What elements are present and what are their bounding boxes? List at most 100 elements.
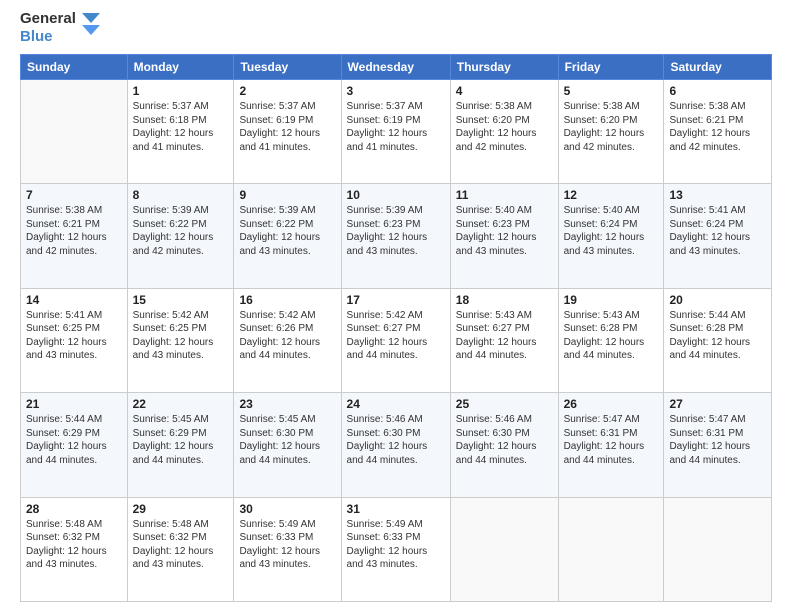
day-number: 31: [347, 502, 445, 516]
day-info: Sunrise: 5:38 AMSunset: 6:20 PMDaylight:…: [564, 100, 659, 154]
day-info: Sunrise: 5:48 AMSunset: 6:32 PMDaylight:…: [133, 518, 229, 572]
weekday-header-saturday: Saturday: [664, 55, 772, 80]
day-info: Sunrise: 5:44 AMSunset: 6:29 PMDaylight:…: [26, 413, 122, 467]
calendar-cell: 11 Sunrise: 5:40 AMSunset: 6:23 PMDayligh…: [450, 184, 558, 288]
weekday-header-row: SundayMondayTuesdayWednesdayThursdayFrid…: [21, 55, 772, 80]
day-number: 4: [456, 84, 553, 98]
calendar-cell: 28Sunrise: 5:48 AMSunset: 6:32 PMDayligh…: [21, 497, 128, 601]
calendar-cell: 26 Sunrise: 5:47 AMSunset: 6:31 PMDayligh…: [558, 393, 664, 497]
calendar-cell: 12 Sunrise: 5:40 AMSunset: 6:24 PMDayligh…: [558, 184, 664, 288]
day-number: 23: [239, 397, 335, 411]
calendar-week-1: 1 Sunrise: 5:37 AMSunset: 6:18 PMDaylight…: [21, 80, 772, 184]
calendar-cell: 4 Sunrise: 5:38 AMSunset: 6:20 PMDaylight…: [450, 80, 558, 184]
day-number: 5: [564, 84, 659, 98]
calendar-cell: [558, 497, 664, 601]
calendar-cell: 9 Sunrise: 5:39 AMSunset: 6:22 PMDaylight…: [234, 184, 341, 288]
day-number: 26: [564, 397, 659, 411]
day-info: Sunrise: 5:39 AMSunset: 6:22 PMDaylight:…: [239, 204, 335, 258]
calendar-cell: 16Sunrise: 5:42 AMSunset: 6:26 PMDayligh…: [234, 288, 341, 392]
calendar-week-5: 28 Sunrise: 5:48 AMSunset: 6:32 PMDayligh…: [21, 497, 772, 601]
day-info: Sunrise: 5:41 AMSunset: 6:24 PMDaylight:…: [669, 204, 766, 258]
day-info: Sunrise: 5:45 AMSunset: 6:30 PMDaylight:…: [239, 413, 335, 467]
day-info: Sunrise: 5:45 AMSunset: 6:29 PMDaylight:…: [133, 413, 229, 467]
day-number: 24: [347, 397, 445, 411]
day-number: 22: [133, 397, 229, 411]
day-number: 15: [133, 293, 229, 307]
day-info: Sunrise: 5:38 AMSunset: 6:21 PMDaylight:…: [669, 100, 766, 154]
calendar-cell: 6 Sunrise: 5:38 AMSunset: 6:21 PMDaylight…: [664, 80, 772, 184]
calendar-cell: 20 Sunrise: 5:44 AMSunset: 6:28 PMDayligh…: [664, 288, 772, 392]
day-info: Sunrise: 5:42 AMSunset: 6:27 PMDaylight:…: [347, 309, 445, 363]
calendar-week-2: 7 Sunrise: 5:38 AMSunset: 6:21 PMDaylight…: [21, 184, 772, 288]
calendar-cell: 13Sunrise: 5:41 AMSunset: 6:24 PMDayligh…: [664, 184, 772, 288]
day-info: Sunrise: 5:41 AMSunset: 6:25 PMDaylight:…: [26, 309, 122, 363]
weekday-header-wednesday: Wednesday: [341, 55, 450, 80]
weekday-header-thursday: Thursday: [450, 55, 558, 80]
day-number: 14: [26, 293, 122, 307]
day-number: 27: [669, 397, 766, 411]
day-info: Sunrise: 5:47 AMSunset: 6:31 PMDaylight:…: [564, 413, 659, 467]
day-info: Sunrise: 5:38 AMSunset: 6:21 PMDaylight:…: [26, 204, 122, 258]
calendar-cell: 8 Sunrise: 5:39 AMSunset: 6:22 PMDaylight…: [127, 184, 234, 288]
day-number: 11: [456, 188, 553, 202]
calendar-cell: [664, 497, 772, 601]
day-number: 25: [456, 397, 553, 411]
calendar-cell: 7 Sunrise: 5:38 AMSunset: 6:21 PMDaylight…: [21, 184, 128, 288]
day-number: 8: [133, 188, 229, 202]
day-info: Sunrise: 5:49 AMSunset: 6:33 PMDaylight:…: [239, 518, 335, 572]
day-info: Sunrise: 5:47 AMSunset: 6:31 PMDaylight:…: [669, 413, 766, 467]
calendar-header: SundayMondayTuesdayWednesdayThursdayFrid…: [21, 55, 772, 80]
calendar-cell: 25 Sunrise: 5:46 AMSunset: 6:30 PMDayligh…: [450, 393, 558, 497]
day-number: 19: [564, 293, 659, 307]
day-number: 9: [239, 188, 335, 202]
day-number: 17: [347, 293, 445, 307]
calendar-cell: 14 Sunrise: 5:41 AMSunset: 6:25 PMDayligh…: [21, 288, 128, 392]
calendar-cell: 24 Sunrise: 5:46 AMSunset: 6:30 PMDayligh…: [341, 393, 450, 497]
calendar-body: 1 Sunrise: 5:37 AMSunset: 6:18 PMDaylight…: [21, 80, 772, 602]
calendar-cell: 1 Sunrise: 5:37 AMSunset: 6:18 PMDaylight…: [127, 80, 234, 184]
day-number: 10: [347, 188, 445, 202]
day-info: Sunrise: 5:39 AMSunset: 6:22 PMDaylight:…: [133, 204, 229, 258]
weekday-header-friday: Friday: [558, 55, 664, 80]
day-info: Sunrise: 5:40 AMSunset: 6:24 PMDaylight:…: [564, 204, 659, 258]
calendar-cell: 23 Sunrise: 5:45 AMSunset: 6:30 PMDayligh…: [234, 393, 341, 497]
day-info: Sunrise: 5:37 AMSunset: 6:18 PMDaylight:…: [133, 100, 229, 154]
calendar-cell: 21 Sunrise: 5:44 AMSunset: 6:29 PMDayligh…: [21, 393, 128, 497]
day-info: Sunrise: 5:40 AMSunset: 6:23 PMDaylight:…: [456, 204, 553, 258]
logo: GeneralBlue: [20, 10, 100, 46]
calendar-cell: 10 Sunrise: 5:39 AMSunset: 6:23 PMDayligh…: [341, 184, 450, 288]
day-info: Sunrise: 5:46 AMSunset: 6:30 PMDaylight:…: [456, 413, 553, 467]
day-info: Sunrise: 5:44 AMSunset: 6:28 PMDaylight:…: [669, 309, 766, 363]
calendar-cell: 30Sunrise: 5:49 AMSunset: 6:33 PMDayligh…: [234, 497, 341, 601]
day-info: Sunrise: 5:37 AMSunset: 6:19 PMDaylight:…: [239, 100, 335, 154]
page: GeneralBlue SundayMondayTuesdayWednesday…: [0, 0, 792, 612]
calendar-cell: 22 Sunrise: 5:45 AMSunset: 6:29 PMDayligh…: [127, 393, 234, 497]
day-info: Sunrise: 5:39 AMSunset: 6:23 PMDaylight:…: [347, 204, 445, 258]
calendar-cell: 29 Sunrise: 5:48 AMSunset: 6:32 PMDayligh…: [127, 497, 234, 601]
calendar-cell: [21, 80, 128, 184]
day-number: 16: [239, 293, 335, 307]
calendar-cell: 5 Sunrise: 5:38 AMSunset: 6:20 PMDaylight…: [558, 80, 664, 184]
calendar-cell: 17 Sunrise: 5:42 AMSunset: 6:27 PMDayligh…: [341, 288, 450, 392]
day-number: 28: [26, 502, 122, 516]
day-number: 7: [26, 188, 122, 202]
calendar-cell: 27 Sunrise: 5:47 AMSunset: 6:31 PMDayligh…: [664, 393, 772, 497]
day-number: 3: [347, 84, 445, 98]
day-info: Sunrise: 5:46 AMSunset: 6:30 PMDaylight:…: [347, 413, 445, 467]
day-number: 1: [133, 84, 229, 98]
day-number: 18: [456, 293, 553, 307]
day-number: 20: [669, 293, 766, 307]
day-number: 6: [669, 84, 766, 98]
day-number: 21: [26, 397, 122, 411]
day-info: Sunrise: 5:37 AMSunset: 6:19 PMDaylight:…: [347, 100, 445, 154]
calendar-cell: 2 Sunrise: 5:37 AMSunset: 6:19 PMDaylight…: [234, 80, 341, 184]
day-number: 29: [133, 502, 229, 516]
calendar-cell: 31Sunrise: 5:49 AMSunset: 6:33 PMDayligh…: [341, 497, 450, 601]
calendar-table: SundayMondayTuesdayWednesdayThursdayFrid…: [20, 54, 772, 602]
calendar-cell: 3 Sunrise: 5:37 AMSunset: 6:19 PMDaylight…: [341, 80, 450, 184]
calendar-cell: 15Sunrise: 5:42 AMSunset: 6:25 PMDayligh…: [127, 288, 234, 392]
header: GeneralBlue: [20, 10, 772, 46]
day-info: Sunrise: 5:38 AMSunset: 6:20 PMDaylight:…: [456, 100, 553, 154]
day-number: 2: [239, 84, 335, 98]
day-number: 12: [564, 188, 659, 202]
